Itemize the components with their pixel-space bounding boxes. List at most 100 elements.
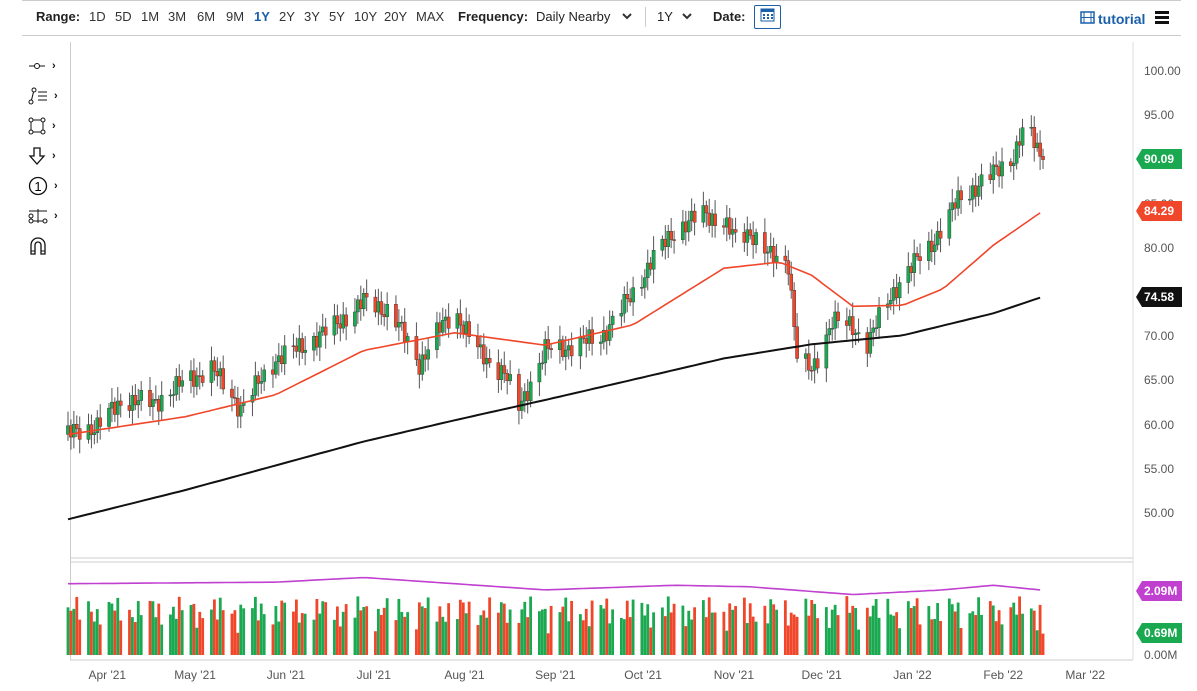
volume-bar — [956, 602, 960, 655]
volume-bar — [87, 601, 90, 655]
candle-up — [1014, 141, 1019, 164]
date-axis-label: Jun '21 — [266, 668, 306, 682]
volume-bar — [933, 618, 937, 655]
candle-down — [806, 353, 811, 371]
candle-up — [361, 293, 366, 310]
date-axis-label: Oct '21 — [624, 668, 662, 682]
candle-up — [824, 334, 829, 369]
volume-bar — [221, 610, 225, 655]
volume-bar — [256, 620, 260, 655]
volume-bar — [994, 621, 998, 655]
volume-bar — [622, 619, 626, 655]
volume-bar — [868, 616, 872, 655]
candle-down — [973, 185, 978, 197]
volume-bar — [1018, 596, 1021, 655]
volume-bar — [827, 627, 831, 655]
volume-bar — [871, 605, 875, 655]
candle-down — [69, 425, 73, 438]
volume-bar — [971, 611, 975, 655]
candle-up — [353, 311, 357, 327]
volume-bar — [131, 617, 134, 655]
volume-bar — [590, 600, 594, 655]
volume-bar — [775, 609, 778, 655]
candle-up — [566, 345, 571, 351]
volume-bar — [213, 599, 216, 655]
candle-up — [947, 209, 952, 239]
volume-bar — [315, 599, 319, 655]
volume-bar — [742, 597, 746, 655]
candle-down — [438, 322, 442, 333]
candle-up — [455, 313, 460, 329]
volume-bar — [1041, 633, 1045, 655]
volume-bar — [707, 597, 711, 655]
candle-up — [1000, 161, 1004, 177]
candle-down — [271, 369, 275, 375]
price-axis-label: 70.00 — [1144, 329, 1175, 344]
volume-bar — [792, 614, 796, 655]
candle-up — [660, 238, 665, 251]
volume-bar — [215, 619, 219, 655]
candle-down — [481, 344, 486, 365]
candle-down — [233, 397, 237, 399]
volume-bar — [807, 615, 811, 655]
candle-up — [640, 287, 644, 289]
volume-bar — [751, 616, 755, 655]
candle-up — [464, 321, 469, 334]
volume-bar — [646, 604, 650, 655]
volume-bar — [918, 624, 922, 655]
candle-up — [528, 381, 533, 402]
volume-bar — [376, 608, 380, 655]
volume-bar — [335, 606, 339, 655]
candle-up — [968, 198, 972, 201]
candle-down — [795, 326, 799, 359]
date-axis-label: Jan '22 — [893, 668, 932, 682]
volume-bar — [72, 608, 76, 655]
volume-bar — [382, 607, 386, 655]
candle-down — [338, 323, 343, 329]
volume-bar — [895, 612, 899, 655]
ma50-tag: 84.29 — [1136, 201, 1182, 221]
candle-up — [754, 232, 758, 246]
volume-bar — [766, 623, 770, 655]
volume-bar — [394, 620, 398, 655]
volume-bar — [816, 618, 819, 655]
volume-bar — [710, 612, 714, 655]
candle-up — [189, 370, 193, 381]
candle-down — [771, 246, 776, 264]
candle-up — [827, 328, 832, 336]
candle-down — [156, 399, 161, 412]
date-axis-label: Jul '21 — [356, 668, 391, 682]
ma50-line — [67, 212, 1041, 436]
candle-down — [953, 202, 957, 209]
volume-bar — [139, 615, 143, 655]
volume-bar — [423, 608, 427, 655]
candle-down — [476, 336, 480, 348]
candle-up — [871, 327, 875, 333]
volume-bar — [546, 633, 550, 655]
candle-up — [92, 432, 97, 435]
candle-up — [385, 304, 389, 318]
volume-bar — [783, 600, 787, 655]
volume-bar — [239, 604, 243, 655]
volume-bar — [939, 620, 942, 655]
volume-bar — [754, 621, 758, 655]
candle-up — [399, 321, 404, 324]
volume-bar — [230, 613, 234, 655]
volume-bar — [312, 619, 316, 655]
candle-down — [423, 354, 428, 360]
candle-down — [569, 345, 574, 357]
volume-bar — [1032, 610, 1036, 655]
volume-bar — [297, 622, 301, 655]
volume-bar — [991, 605, 995, 655]
volume-bar — [669, 612, 673, 655]
volume-bar — [786, 625, 790, 655]
candle-down — [836, 311, 840, 321]
price-chart[interactable] — [0, 0, 1197, 691]
volume-bar — [605, 598, 609, 655]
candle-down — [461, 324, 466, 334]
candle-down — [684, 221, 688, 233]
date-axis-label: Apr '21 — [88, 668, 127, 682]
volume-bar — [438, 606, 442, 655]
volume-bar — [543, 608, 547, 655]
volume-bar — [502, 603, 506, 655]
